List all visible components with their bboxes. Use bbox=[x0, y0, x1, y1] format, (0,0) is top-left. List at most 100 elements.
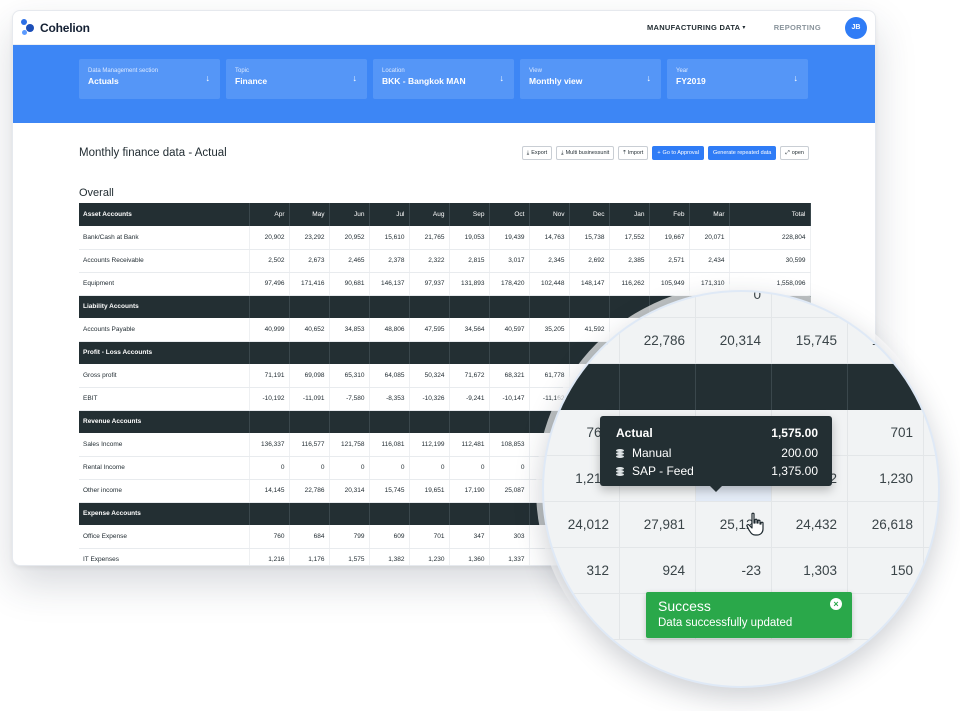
value-cell[interactable]: 19,667 bbox=[649, 226, 690, 250]
value-cell[interactable]: 14,145 bbox=[249, 479, 290, 503]
magnified-cell[interactable]: -23 bbox=[696, 548, 772, 593]
brand-logo[interactable]: Cohelion bbox=[21, 18, 90, 37]
magnified-cell[interactable]: 24,432 bbox=[772, 502, 848, 547]
value-cell[interactable]: 2,502 bbox=[249, 249, 290, 273]
magnified-cell[interactable] bbox=[848, 292, 924, 317]
magnified-cell[interactable] bbox=[848, 364, 924, 410]
value-cell[interactable]: 71,191 bbox=[249, 364, 290, 388]
magnified-cell[interactable]: 0 bbox=[772, 292, 848, 317]
value-cell[interactable]: 760 bbox=[249, 525, 290, 549]
filter-select-1[interactable]: Topic Finance ↓ bbox=[226, 59, 367, 99]
value-cell[interactable]: -10,192 bbox=[249, 387, 290, 411]
magnified-cell[interactable]: 1,303 bbox=[772, 548, 848, 593]
value-cell[interactable]: 17,190 bbox=[449, 479, 490, 503]
magnified-cell[interactable]: 24,012 bbox=[544, 502, 620, 547]
magnified-cell[interactable]: 8 bbox=[848, 594, 924, 639]
value-cell[interactable]: 19,053 bbox=[449, 226, 490, 250]
value-cell[interactable]: 21,765 bbox=[409, 226, 450, 250]
value-cell[interactable]: 112,481 bbox=[449, 433, 490, 457]
value-cell[interactable]: 0 bbox=[449, 456, 490, 480]
user-avatar[interactable]: JB bbox=[845, 16, 867, 39]
value-cell[interactable]: 2,692 bbox=[569, 249, 610, 273]
value-cell[interactable]: 3,017 bbox=[489, 249, 530, 273]
value-cell[interactable]: 108,853 bbox=[489, 433, 530, 457]
filter-select-4[interactable]: Year FY2019 ↓ bbox=[667, 59, 808, 99]
magnified-cell[interactable]: 924 bbox=[620, 548, 696, 593]
value-cell[interactable]: 2,673 bbox=[289, 249, 330, 273]
value-cell[interactable]: 136,337 bbox=[249, 433, 290, 457]
value-cell[interactable]: 40,999 bbox=[249, 318, 290, 342]
magnified-cell[interactable]: 1,230 bbox=[848, 456, 924, 501]
value-cell[interactable]: 0 bbox=[249, 456, 290, 480]
filter-select-3[interactable]: View Monthly view ↓ bbox=[520, 59, 661, 99]
value-cell[interactable]: 48,806 bbox=[369, 318, 410, 342]
magnified-cell[interactable]: 20,314 bbox=[696, 318, 772, 363]
magnified-cell[interactable]: 15,745 bbox=[772, 318, 848, 363]
value-cell[interactable]: 2,385 bbox=[609, 249, 650, 273]
nav-reporting[interactable]: REPORTING bbox=[774, 23, 821, 32]
magnified-cell[interactable] bbox=[544, 594, 620, 639]
value-cell[interactable]: 14,763 bbox=[529, 226, 570, 250]
value-cell[interactable]: 131,893 bbox=[449, 272, 490, 296]
value-cell[interactable]: 2,345 bbox=[529, 249, 570, 273]
magnified-cell[interactable]: 26,618 bbox=[848, 502, 924, 547]
value-cell[interactable]: 97,937 bbox=[409, 272, 450, 296]
value-cell[interactable]: 65,310 bbox=[329, 364, 370, 388]
value-cell[interactable]: 64,085 bbox=[369, 364, 410, 388]
filter-select-0[interactable]: Data Management section Actuals ↓ bbox=[79, 59, 220, 99]
magnified-cell[interactable]: 312 bbox=[544, 548, 620, 593]
action-button-4[interactable]: Generate repeated data bbox=[707, 146, 777, 160]
value-cell[interactable]: 347 bbox=[449, 525, 490, 549]
value-cell[interactable]: 116,081 bbox=[369, 433, 410, 457]
filter-select-2[interactable]: Location BKK - Bangkok MAN ↓ bbox=[373, 59, 514, 99]
value-cell[interactable]: 97,496 bbox=[249, 272, 290, 296]
value-cell[interactable]: 50,324 bbox=[409, 364, 450, 388]
value-cell[interactable]: 1,337 bbox=[489, 548, 530, 565]
magnified-cell[interactable] bbox=[620, 364, 696, 410]
value-cell[interactable]: 0 bbox=[489, 456, 530, 480]
value-cell[interactable]: -7,580 bbox=[329, 387, 370, 411]
close-icon[interactable]: × bbox=[830, 598, 842, 610]
value-cell[interactable]: 1,176 bbox=[289, 548, 330, 565]
magnified-cell[interactable]: 22,786 bbox=[620, 318, 696, 363]
value-cell[interactable]: 1,360 bbox=[449, 548, 490, 565]
value-cell[interactable]: 71,672 bbox=[449, 364, 490, 388]
value-cell[interactable]: 0 bbox=[329, 456, 370, 480]
value-cell[interactable]: 34,853 bbox=[329, 318, 370, 342]
magnified-cell[interactable] bbox=[696, 364, 772, 410]
value-cell[interactable]: 1,382 bbox=[369, 548, 410, 565]
magnified-cell[interactable] bbox=[772, 364, 848, 410]
value-cell[interactable]: 20,314 bbox=[329, 479, 370, 503]
value-cell[interactable]: 2,815 bbox=[449, 249, 490, 273]
value-cell[interactable]: 15,610 bbox=[369, 226, 410, 250]
value-cell[interactable]: 121,758 bbox=[329, 433, 370, 457]
value-cell[interactable]: 2,571 bbox=[649, 249, 690, 273]
magnified-cell[interactable] bbox=[544, 292, 620, 317]
value-cell[interactable]: 22,786 bbox=[289, 479, 330, 503]
value-cell[interactable]: 15,745 bbox=[369, 479, 410, 503]
action-button-3[interactable]: + Go to Approval bbox=[652, 146, 704, 160]
value-cell[interactable]: 0 bbox=[369, 456, 410, 480]
action-button-1[interactable]: ⤓ Multi businessunit bbox=[556, 146, 615, 160]
value-cell[interactable]: 19,439 bbox=[489, 226, 530, 250]
value-cell[interactable]: 40,597 bbox=[489, 318, 530, 342]
magnified-cell[interactable]: 45 bbox=[544, 318, 620, 363]
value-cell[interactable]: 25,087 bbox=[489, 479, 530, 503]
value-cell[interactable]: -8,353 bbox=[369, 387, 410, 411]
value-cell[interactable]: 20,071 bbox=[689, 226, 730, 250]
action-button-0[interactable]: ⤓ Export bbox=[521, 146, 553, 160]
value-cell[interactable]: 2,378 bbox=[369, 249, 410, 273]
value-cell[interactable]: 15,738 bbox=[569, 226, 610, 250]
value-cell[interactable]: 19,651 bbox=[409, 479, 450, 503]
value-cell[interactable]: 116,577 bbox=[289, 433, 330, 457]
value-cell[interactable]: 0 bbox=[289, 456, 330, 480]
value-cell[interactable]: 17,552 bbox=[609, 226, 650, 250]
value-cell[interactable]: 799 bbox=[329, 525, 370, 549]
value-cell[interactable]: -10,326 bbox=[409, 387, 450, 411]
value-cell[interactable]: 1,575 bbox=[329, 548, 370, 565]
magnified-cell[interactable] bbox=[544, 364, 620, 410]
value-cell[interactable]: 90,681 bbox=[329, 272, 370, 296]
value-cell[interactable]: 171,416 bbox=[289, 272, 330, 296]
value-cell[interactable]: 23,292 bbox=[289, 226, 330, 250]
action-button-2[interactable]: ⤒ Import bbox=[618, 146, 649, 160]
